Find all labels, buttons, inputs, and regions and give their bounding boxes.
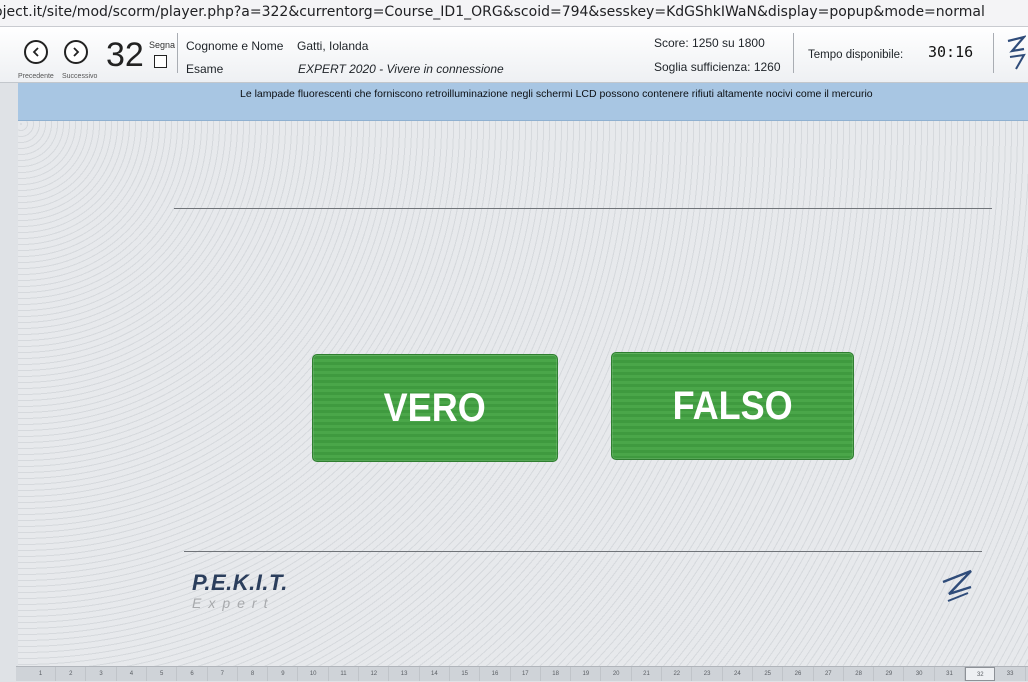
progress-cell[interactable]: 2 xyxy=(56,667,87,681)
segna-label: Segna xyxy=(149,40,176,50)
countdown-timer: 30:16 xyxy=(928,43,974,61)
progress-cell[interactable]: 15 xyxy=(450,667,481,681)
brand-subtitle: Expert xyxy=(192,595,275,611)
chevron-left-icon xyxy=(32,47,39,57)
pekit-emblem-icon xyxy=(1007,35,1026,70)
progress-cell[interactable]: 20 xyxy=(602,667,632,681)
question-text: Le lampade fluorescenti che forniscono r… xyxy=(240,88,873,100)
progress-cell[interactable]: 13 xyxy=(390,667,420,681)
previous-label: Precedente xyxy=(18,73,54,80)
progress-cell[interactable]: 4 xyxy=(117,667,147,681)
header-divider xyxy=(793,33,794,73)
pekit-logo-icon xyxy=(942,569,972,602)
true-answer-label: VERO xyxy=(383,385,487,430)
progress-cell[interactable]: 12 xyxy=(359,667,390,681)
threshold-text: Soglia sufficienza: 1260 xyxy=(654,60,781,74)
progress-cell[interactable]: 30 xyxy=(905,667,935,681)
quiz-header: Precedente Successivo 32 Segna Cognome e… xyxy=(0,27,1028,83)
question-number: 32 xyxy=(106,36,144,74)
question-progress-bar: 1 2 3 4 5 6 7 8 9 10 11 12 13 14 15 16 17 18 19 20 21 22 23 24 2… xyxy=(16,666,1028,681)
true-answer-button[interactable]: VERO xyxy=(312,354,558,462)
progress-cell[interactable]: 14 xyxy=(420,667,450,681)
progress-cell[interactable]: 23 xyxy=(693,667,723,681)
progress-cell[interactable]: 29 xyxy=(874,667,905,681)
next-label: Successivo xyxy=(62,73,98,80)
progress-cell[interactable]: 27 xyxy=(814,667,844,681)
top-divider xyxy=(174,208,992,209)
progress-cell[interactable]: 28 xyxy=(844,667,875,681)
exam-label: Esame xyxy=(186,62,224,76)
browser-url-bar[interactable]: oject.it/site/mod/scorm/player.php?a=322… xyxy=(0,0,1028,27)
name-label: Cognome e Nome xyxy=(186,39,284,53)
header-divider xyxy=(993,33,994,73)
progress-cell[interactable]: 19 xyxy=(571,667,602,681)
progress-cell[interactable]: 17 xyxy=(511,667,541,681)
progress-cell[interactable]: 24 xyxy=(723,667,753,681)
false-answer-label: FALSO xyxy=(672,383,793,428)
pekit-brand: P.E.K.I.T. xyxy=(192,570,288,595)
question-bar: Le lampade fluorescenti che forniscono r… xyxy=(18,83,1028,121)
progress-cell[interactable]: 31 xyxy=(935,667,965,681)
answer-area: VERO FALSO xyxy=(18,121,1028,680)
progress-cell[interactable]: 11 xyxy=(329,667,359,681)
progress-cell[interactable]: 18 xyxy=(541,667,572,681)
progress-cell[interactable]: 22 xyxy=(662,667,693,681)
progress-cell[interactable]: 3 xyxy=(87,667,117,681)
progress-cell[interactable]: 8 xyxy=(238,667,269,681)
progress-cell[interactable]: 25 xyxy=(753,667,784,681)
progress-cell[interactable]: 1 xyxy=(26,667,56,681)
segna-checkbox[interactable] xyxy=(154,55,167,68)
progress-cell[interactable]: 10 xyxy=(299,667,329,681)
progress-cell[interactable]: 21 xyxy=(632,667,662,681)
header-divider xyxy=(177,33,178,73)
url-text: oject.it/site/mod/scorm/player.php?a=322… xyxy=(0,4,985,20)
previous-button[interactable] xyxy=(24,40,48,64)
bottom-divider xyxy=(184,551,982,552)
score-text: Score: 1250 su 1800 xyxy=(654,36,765,50)
exam-value: EXPERT 2020 - Vivere in connessione xyxy=(298,62,504,76)
false-answer-button[interactable]: FALSO xyxy=(611,352,854,460)
progress-cell[interactable]: 6 xyxy=(178,667,208,681)
time-label: Tempo disponibile: xyxy=(808,49,904,61)
progress-cell[interactable]: 16 xyxy=(481,667,511,681)
progress-cell[interactable]: 9 xyxy=(268,667,299,681)
progress-cell[interactable]: 33 xyxy=(996,667,1026,681)
progress-cell[interactable]: 7 xyxy=(208,667,238,681)
progress-cell[interactable]: 32 xyxy=(965,667,996,681)
name-value: Gatti, Iolanda xyxy=(297,39,369,53)
progress-cell[interactable]: 26 xyxy=(784,667,814,681)
chevron-right-icon xyxy=(73,47,80,57)
progress-cell[interactable]: 5 xyxy=(147,667,178,681)
next-button[interactable] xyxy=(64,40,88,64)
